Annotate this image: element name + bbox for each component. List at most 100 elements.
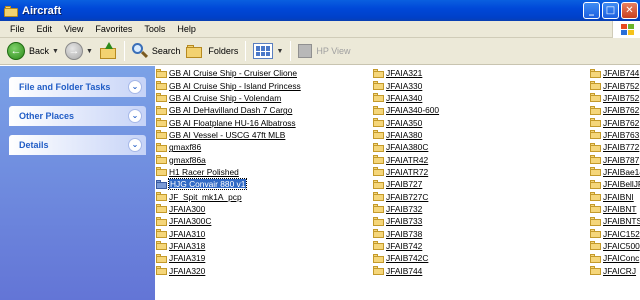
folder-item[interactable]: JFAIB732 bbox=[373, 203, 583, 215]
folder-item[interactable]: JFAIA321 bbox=[373, 67, 583, 79]
search-icon bbox=[131, 43, 148, 59]
up-button[interactable] bbox=[96, 40, 120, 63]
panel-file-folder-tasks[interactable]: File and Folder Tasks ⌄ bbox=[9, 77, 146, 97]
folder-icon bbox=[590, 266, 601, 276]
folder-item[interactable]: JFAIB772 bbox=[590, 141, 640, 153]
folder-item[interactable]: JFAIA310 bbox=[156, 227, 368, 239]
folder-item[interactable]: JFAIB727C bbox=[373, 190, 583, 202]
folder-item[interactable]: GB AI DeHavilland Dash 7 Cargo bbox=[156, 104, 368, 116]
chevron-down-icon[interactable]: ⌄ bbox=[128, 109, 142, 123]
folder-icon bbox=[156, 241, 167, 251]
folder-item[interactable]: JFAIB787 bbox=[590, 153, 640, 165]
folder-item[interactable]: JFAIB762 bbox=[590, 116, 640, 128]
folder-item[interactable]: JFAIA380C bbox=[373, 141, 583, 153]
folder-item[interactable]: JFAIBae14 bbox=[590, 166, 640, 178]
folder-item[interactable]: JFAIC152 bbox=[590, 227, 640, 239]
folder-item[interactable]: HJG Convair 880 v1 bbox=[156, 178, 368, 191]
minimize-button[interactable]: _ bbox=[583, 2, 600, 19]
folder-item[interactable]: JFAIATR72 bbox=[373, 166, 583, 178]
folder-item[interactable]: JFAIB763 bbox=[590, 129, 640, 141]
views-button[interactable]: ▼ bbox=[250, 40, 286, 63]
folder-icon bbox=[373, 130, 384, 140]
folder-label: JFAIBNTS bbox=[603, 216, 640, 227]
folder-item[interactable]: JFAIA330 bbox=[373, 79, 583, 91]
folder-icon bbox=[373, 81, 384, 91]
folder-icon bbox=[590, 93, 601, 103]
folder-label: JFAIBae14 bbox=[603, 166, 640, 177]
folder-item[interactable]: JFAIB752 bbox=[590, 92, 640, 104]
toolbar-separator bbox=[290, 41, 292, 61]
menu-file[interactable]: File bbox=[4, 24, 31, 34]
back-button[interactable]: ← Back ▼ bbox=[4, 40, 62, 63]
chevron-down-icon[interactable]: ⌄ bbox=[128, 80, 142, 94]
search-button[interactable]: Search bbox=[129, 40, 184, 63]
close-button[interactable]: ✕ bbox=[621, 2, 638, 19]
folder-item[interactable]: gmaxf86a bbox=[156, 153, 368, 165]
panel-details[interactable]: Details ⌄ bbox=[9, 135, 146, 155]
folder-item[interactable]: JFAIA350 bbox=[373, 116, 583, 128]
menu-help[interactable]: Help bbox=[171, 24, 202, 34]
folder-label: H1 Racer Polished bbox=[169, 166, 239, 177]
folder-item[interactable]: JFAIBellJR bbox=[590, 178, 640, 190]
folder-item[interactable]: GB AI Cruise Ship - Volendam bbox=[156, 92, 368, 104]
folder-item[interactable]: JFAIB727 bbox=[373, 178, 583, 190]
chevron-down-icon[interactable]: ▼ bbox=[276, 48, 283, 55]
folder-item[interactable]: JFAIB742C bbox=[373, 252, 583, 264]
folder-item[interactable]: JF_Spit_mk1A_pcp bbox=[156, 190, 368, 202]
folder-item[interactable]: JFAIBNI bbox=[590, 190, 640, 202]
folder-item[interactable]: gmaxf86 bbox=[156, 141, 368, 153]
toolbar-separator bbox=[245, 41, 247, 61]
folder-item[interactable]: JFAICRJ bbox=[590, 265, 640, 277]
panel-other-places[interactable]: Other Places ⌄ bbox=[9, 106, 146, 126]
folder-item[interactable]: JFAIBNT bbox=[590, 203, 640, 215]
folder-item[interactable]: JFAIATR42 bbox=[373, 153, 583, 165]
chevron-down-icon[interactable]: ▼ bbox=[86, 48, 93, 55]
folder-item[interactable]: JFAIConc bbox=[590, 252, 640, 264]
folder-item[interactable]: GB AI Floatplane HU-16 Albatross bbox=[156, 116, 368, 128]
folder-label: JFAIB727 bbox=[386, 179, 423, 190]
back-arrow-icon: ← bbox=[7, 42, 25, 60]
folder-item[interactable]: JFAIB742 bbox=[373, 240, 583, 252]
folder-item[interactable]: JFAIA318 bbox=[156, 240, 368, 252]
chevron-down-icon[interactable]: ⌄ bbox=[128, 138, 142, 152]
hp-view-button[interactable]: HP View bbox=[295, 40, 353, 63]
folder-item[interactable]: JFAIA300C bbox=[156, 215, 368, 227]
file-list[interactable]: GB AI Cruise Ship - Cruiser Clione GB AI … bbox=[155, 66, 640, 300]
folder-item[interactable]: JFAIB744 bbox=[373, 265, 583, 277]
folder-item[interactable]: GB AI Vessel - USCG 47ft MLB bbox=[156, 129, 368, 141]
folder-item[interactable]: JFAIB752 bbox=[590, 79, 640, 91]
folder-item[interactable]: JFAIBNTS bbox=[590, 215, 640, 227]
folder-label: gmaxf86a bbox=[169, 154, 206, 165]
menu-view[interactable]: View bbox=[58, 24, 89, 34]
windows-logo-icon bbox=[612, 21, 640, 38]
menu-tools[interactable]: Tools bbox=[138, 24, 171, 34]
folder-item[interactable]: JFAIA340 bbox=[373, 92, 583, 104]
folder-item[interactable]: JFAIB762 bbox=[590, 104, 640, 116]
folder-icon bbox=[373, 229, 384, 239]
forward-button[interactable]: → ▼ bbox=[62, 40, 96, 63]
folder-item[interactable]: JFAIA319 bbox=[156, 252, 368, 264]
folder-label: JFAIA350 bbox=[386, 117, 423, 128]
chevron-down-icon[interactable]: ▼ bbox=[52, 48, 59, 55]
folder-label: gmaxf86 bbox=[169, 142, 202, 153]
title-bar[interactable]: Aircraft _ □ ✕ bbox=[0, 0, 640, 21]
folder-item[interactable]: JFAIA380 bbox=[373, 129, 583, 141]
folder-item[interactable]: JFAIB744 bbox=[590, 67, 640, 79]
folder-label: JFAIA340 bbox=[386, 92, 423, 103]
folder-item[interactable]: JFAIB738 bbox=[373, 227, 583, 239]
folder-item[interactable]: JFAIA340-600 bbox=[373, 104, 583, 116]
folder-label: JFAIB727C bbox=[386, 191, 429, 202]
folder-item[interactable]: JFAIA320 bbox=[156, 265, 368, 277]
folder-label: JFAIB762 bbox=[603, 105, 640, 116]
folder-icon bbox=[590, 241, 601, 251]
menu-favorites[interactable]: Favorites bbox=[89, 24, 138, 34]
folder-item[interactable]: JFAIA300 bbox=[156, 203, 368, 215]
folder-item[interactable]: H1 Racer Polished bbox=[156, 166, 368, 178]
folders-button[interactable]: Folders bbox=[183, 40, 241, 63]
maximize-button[interactable]: □ bbox=[602, 2, 619, 19]
folder-item[interactable]: JFAIC500 bbox=[590, 240, 640, 252]
menu-edit[interactable]: Edit bbox=[31, 24, 59, 34]
folder-item[interactable]: GB AI Cruise Ship - Cruiser Clione bbox=[156, 67, 368, 79]
folder-item[interactable]: GB AI Cruise Ship - Island Princess bbox=[156, 79, 368, 91]
folder-item[interactable]: JFAIB733 bbox=[373, 215, 583, 227]
